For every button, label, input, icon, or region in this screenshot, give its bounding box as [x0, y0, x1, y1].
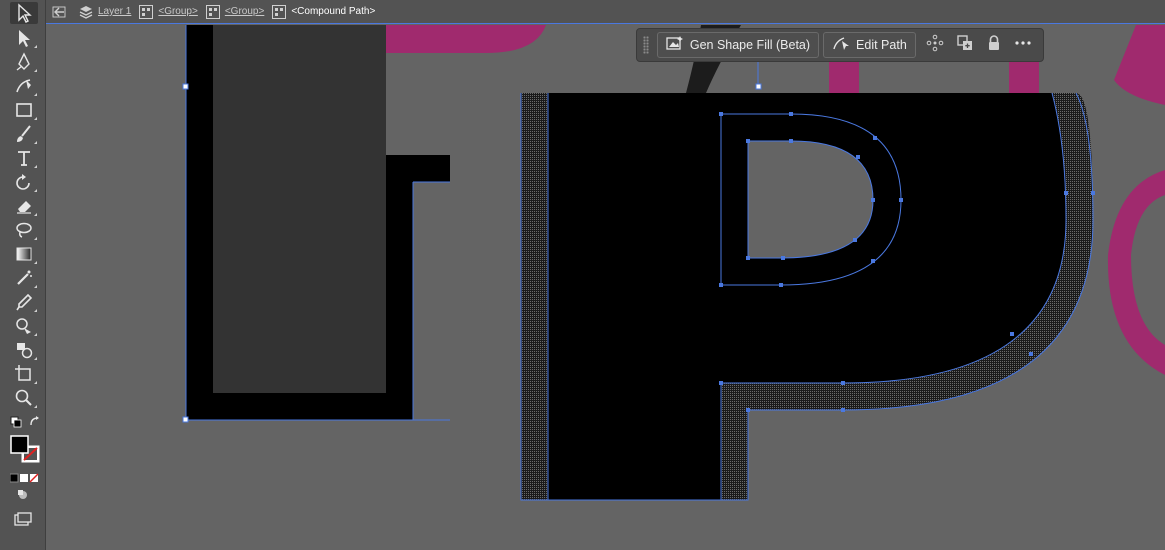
eyedropper-tool-icon[interactable]: [10, 291, 38, 313]
bounding-box-handle[interactable]: [182, 83, 189, 90]
breadcrumb-label: <Group>: [224, 6, 265, 17]
breadcrumb-item-layer[interactable]: Layer 1: [79, 5, 131, 19]
lock-icon: [985, 34, 1003, 57]
duplicate-button[interactable]: [951, 32, 978, 58]
rectangle-tool-icon[interactable]: [10, 99, 38, 121]
artboard-canvas[interactable]: [46, 25, 1165, 550]
magenta-letter-shape: [386, 25, 546, 53]
paintbrush-tool-icon[interactable]: [10, 123, 38, 145]
contextual-task-bar: Gen Shape Fill (Beta) Edit Path: [636, 28, 1044, 62]
gen-shape-fill-label: Gen Shape Fill (Beta): [689, 38, 811, 52]
symbol-sprayer-tool-icon[interactable]: [10, 267, 38, 289]
letter-gap: [413, 182, 450, 420]
gen-shape-fill-icon: [666, 35, 684, 56]
swap-colors-icon[interactable]: [29, 415, 41, 427]
transform-points-icon: [926, 34, 944, 57]
tools-panel: [0, 0, 46, 550]
edit-path-icon: [832, 35, 850, 56]
more-options-button[interactable]: [1010, 32, 1037, 58]
duplicate-icon: [956, 34, 974, 57]
drag-handle[interactable]: [643, 36, 649, 54]
canvas-artwork: [182, 25, 1165, 501]
magenta-letter-shape: [1107, 170, 1165, 375]
artboard-tool-icon[interactable]: [10, 363, 38, 385]
transform-each-button[interactable]: [922, 32, 949, 58]
bounding-box-handle[interactable]: [755, 83, 762, 90]
selection-tool-icon[interactable]: [10, 2, 38, 24]
breadcrumb-item-compound-path[interactable]: <Compound Path>: [272, 4, 376, 19]
lock-button[interactable]: [980, 32, 1007, 58]
type-tool-icon[interactable]: [10, 147, 38, 169]
curvature-tool-icon[interactable]: [10, 75, 38, 97]
color-mode-icons[interactable]: [9, 470, 40, 483]
more-icon: [1014, 34, 1032, 57]
isolation-mode-breadcrumb: Layer 1 <Group> <Group> <Compound Path>: [46, 0, 1165, 24]
layers-icon: [79, 5, 93, 19]
default-colors-icon[interactable]: [10, 415, 22, 428]
gradient-tool-icon[interactable]: [10, 243, 38, 265]
edit-path-label: Edit Path: [856, 38, 907, 52]
edit-path-button[interactable]: Edit Path: [823, 32, 916, 58]
blend-tool-icon[interactable]: [10, 339, 38, 361]
illustrator-window: Layer 1 <Group> <Group> <Compound Path>: [0, 0, 1165, 550]
breadcrumb-label-current: <Compound Path>: [291, 6, 376, 17]
shape-builder-tool-icon[interactable]: [10, 315, 38, 337]
draw-mode-icon[interactable]: [16, 488, 30, 500]
back-arrow-icon: [52, 5, 66, 19]
bounding-box-handle[interactable]: [182, 416, 189, 423]
fill-stroke-widget[interactable]: [10, 435, 42, 465]
letter-shape-dark: [213, 25, 386, 393]
breadcrumb-item-group[interactable]: <Group>: [205, 4, 265, 19]
lasso-tool-icon[interactable]: [10, 219, 38, 241]
group-icon: [139, 4, 154, 19]
breadcrumb-item-group[interactable]: <Group>: [139, 4, 198, 19]
zoom-tool-icon[interactable]: [10, 387, 38, 409]
back-button[interactable]: [52, 5, 71, 19]
screen-mode-icon[interactable]: [14, 512, 32, 526]
breadcrumb-label: Layer 1: [98, 6, 132, 17]
compound-path-icon: [272, 4, 287, 19]
breadcrumb-label: <Group>: [158, 6, 198, 17]
group-icon: [205, 4, 220, 19]
eraser-tool-icon[interactable]: [10, 195, 38, 217]
pen-tool-icon[interactable]: [10, 51, 38, 73]
magenta-letter-shape: [1114, 25, 1165, 105]
gen-shape-fill-button[interactable]: Gen Shape Fill (Beta): [656, 32, 820, 58]
direct-selection-tool-icon[interactable]: [10, 27, 38, 49]
rotate-tool-icon[interactable]: [10, 171, 38, 193]
